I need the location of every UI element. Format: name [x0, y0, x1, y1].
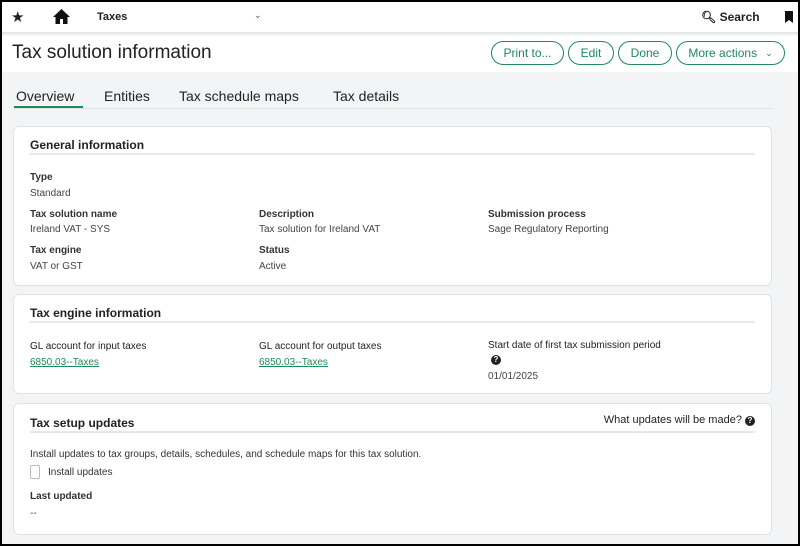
tab-tax-details[interactable]: Tax details: [333, 88, 399, 104]
chevron-down-icon: ⌄: [765, 47, 773, 58]
more-actions-label: More actions: [688, 46, 758, 60]
section-heading: General information: [30, 138, 145, 152]
home-icon[interactable]: [53, 9, 70, 24]
done-button[interactable]: Done: [618, 41, 672, 65]
page-header: Tax solution information Print to... Edi…: [2, 36, 798, 72]
divider: [30, 153, 755, 155]
tab-tax-schedule-maps[interactable]: Tax schedule maps: [179, 88, 299, 104]
input-account-label: GL account for input taxes: [30, 341, 147, 352]
divider: [30, 321, 755, 323]
general-information-card: General information Type Standard Tax so…: [13, 126, 772, 286]
print-button[interactable]: Print to...: [491, 41, 564, 65]
last-updated-label: Last updated: [30, 491, 93, 502]
submission-value: Sage Regulatory Reporting: [488, 224, 609, 235]
tab-divider: [14, 108, 772, 109]
what-updates-link[interactable]: What updates will be made? ?: [604, 414, 755, 426]
description-value: Tax solution for Ireland VAT: [259, 224, 381, 235]
section-heading: Tax setup updates: [30, 416, 135, 430]
page-title: Tax solution information: [12, 42, 212, 63]
what-updates-label: What updates will be made?: [603, 414, 742, 426]
module-selector[interactable]: Taxes: [97, 11, 127, 23]
input-account-link[interactable]: 6850.03--Taxes: [30, 357, 99, 368]
tab-entities[interactable]: Entities: [104, 88, 150, 104]
output-account-label: GL account for output taxes: [259, 341, 382, 352]
start-date-label: Start date of first tax submission perio…: [488, 340, 661, 351]
edit-button[interactable]: Edit: [568, 41, 614, 65]
status-label: Status: [259, 245, 290, 256]
help-icon: ?: [745, 416, 755, 426]
tab-overview[interactable]: Overview: [16, 88, 74, 104]
engine-label: Tax engine: [30, 245, 82, 256]
type-value: Standard: [30, 188, 71, 199]
chevron-down-icon[interactable]: ⌄: [254, 10, 262, 21]
bookmark-icon[interactable]: [785, 11, 793, 23]
type-label: Type: [30, 172, 53, 183]
start-date-value: 01/01/2025: [488, 371, 539, 382]
output-account-link[interactable]: 6850.03--Taxes: [259, 357, 328, 368]
name-value: Ireland VAT - SYS: [30, 224, 111, 235]
search-label: Search: [719, 10, 760, 24]
name-label: Tax solution name: [30, 209, 118, 220]
divider: [30, 431, 755, 433]
tax-setup-updates-card: Tax setup updates What updates will be m…: [13, 403, 772, 535]
install-updates-checkbox[interactable]: [30, 465, 40, 479]
description-label: Description: [259, 209, 315, 220]
search-icon: 🔍︎: [701, 10, 717, 24]
star-icon[interactable]: ★: [11, 8, 24, 26]
top-bar: ★ Taxes ⌄ 🔍︎ Search: [2, 2, 798, 34]
more-actions-button[interactable]: More actions ⌄: [676, 41, 785, 65]
updates-description: Install updates to tax groups, details, …: [30, 449, 422, 460]
last-updated-value: --: [30, 508, 37, 519]
install-updates-label[interactable]: Install updates: [48, 467, 113, 478]
tax-engine-card: Tax engine information GL account for in…: [13, 294, 772, 394]
engine-value: VAT or GST: [30, 261, 83, 272]
section-heading: Tax engine information: [30, 306, 162, 320]
search-button[interactable]: 🔍︎ Search: [701, 10, 760, 24]
app-window: ★ Taxes ⌄ 🔍︎ Search Tax solution informa…: [2, 2, 798, 544]
status-value: Active: [259, 261, 287, 272]
submission-label: Submission process: [488, 209, 586, 220]
help-icon[interactable]: ?: [491, 355, 501, 365]
